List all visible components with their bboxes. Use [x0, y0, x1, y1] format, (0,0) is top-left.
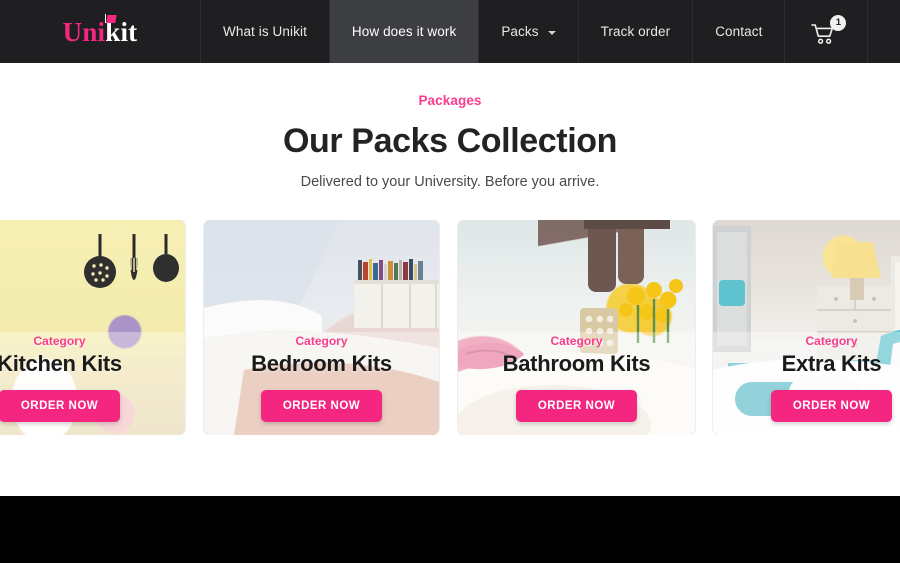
page-root: Unikit What is Unikit How does it work P… — [0, 0, 900, 563]
logo-text-uni: Uni — [62, 17, 106, 47]
nav-item-label: What is Unikit — [223, 24, 307, 39]
nav-item-label: Contact — [715, 24, 763, 39]
pack-card-body: Category Extra Kits ORDER NOW — [713, 220, 900, 435]
pack-card-kitchen[interactable]: Category Kitchen Kits ORDER NOW — [0, 220, 185, 435]
pack-card-title: Kitchen Kits — [0, 351, 122, 376]
pack-card-body: Category Bathroom Kits ORDER NOW — [458, 220, 695, 435]
nav-item-contact[interactable]: Contact — [692, 0, 784, 63]
pack-card-category: Category — [295, 334, 348, 348]
cart-button[interactable]: 1 — [784, 0, 869, 63]
nav-item-label: Track order — [600, 24, 671, 39]
chevron-down-icon — [547, 30, 556, 35]
pack-card-bedroom[interactable]: Category Bedroom Kits ORDER NOW — [204, 220, 439, 435]
section-header: Packages Our Packs Collection Delivered … — [0, 63, 900, 190]
order-now-button[interactable]: ORDER NOW — [260, 390, 383, 422]
cart-icon-wrap: 1 — [811, 14, 847, 45]
order-now-button[interactable]: ORDER NOW — [770, 390, 893, 422]
logo-text-kit: kit — [105, 17, 138, 47]
pack-card-title: Bathroom Kits — [502, 351, 651, 376]
brand-logo[interactable]: Unikit — [0, 0, 200, 63]
pack-card-title: Bedroom Kits — [251, 351, 392, 376]
nav-item-label: Packs — [501, 24, 539, 39]
section-subtitle: Delivered to your University. Before you… — [300, 174, 600, 190]
page-title: Our Packs Collection — [283, 122, 617, 160]
nav-item-packs[interactable]: Packs — [478, 0, 577, 63]
packs-card-row[interactable]: Category Kitchen Kits ORDER NOW Category… — [0, 220, 900, 435]
pack-card-body: Category Kitchen Kits ORDER NOW — [0, 220, 185, 435]
pack-card-extra[interactable]: Category Extra Kits ORDER NOW — [713, 220, 900, 435]
section-eyebrow: Packages — [418, 93, 482, 108]
top-navbar: Unikit What is Unikit How does it work P… — [0, 0, 900, 63]
pack-card-category: Category — [805, 334, 858, 348]
nav-item-how-does-it-work[interactable]: How does it work — [328, 0, 479, 63]
nav-item-label: How does it work — [351, 24, 457, 39]
cart-badge-count: 1 — [830, 14, 847, 31]
nav-links: What is Unikit How does it work Packs Tr… — [200, 0, 900, 63]
logo-wordmark: Unikit — [62, 14, 138, 47]
pack-card-bathroom[interactable]: Category Bathroom Kits ORDER NOW — [458, 220, 695, 435]
pack-card-title: Extra Kits — [781, 351, 882, 376]
pack-card-category: Category — [33, 334, 86, 348]
nav-item-track-order[interactable]: Track order — [577, 0, 693, 63]
order-now-button[interactable]: ORDER NOW — [0, 390, 121, 422]
footer-band — [0, 496, 900, 563]
pack-card-category: Category — [550, 334, 603, 348]
order-now-button[interactable]: ORDER NOW — [515, 390, 638, 422]
pack-card-body: Category Bedroom Kits ORDER NOW — [204, 220, 439, 435]
nav-item-what-is-unikit[interactable]: What is Unikit — [200, 0, 329, 63]
